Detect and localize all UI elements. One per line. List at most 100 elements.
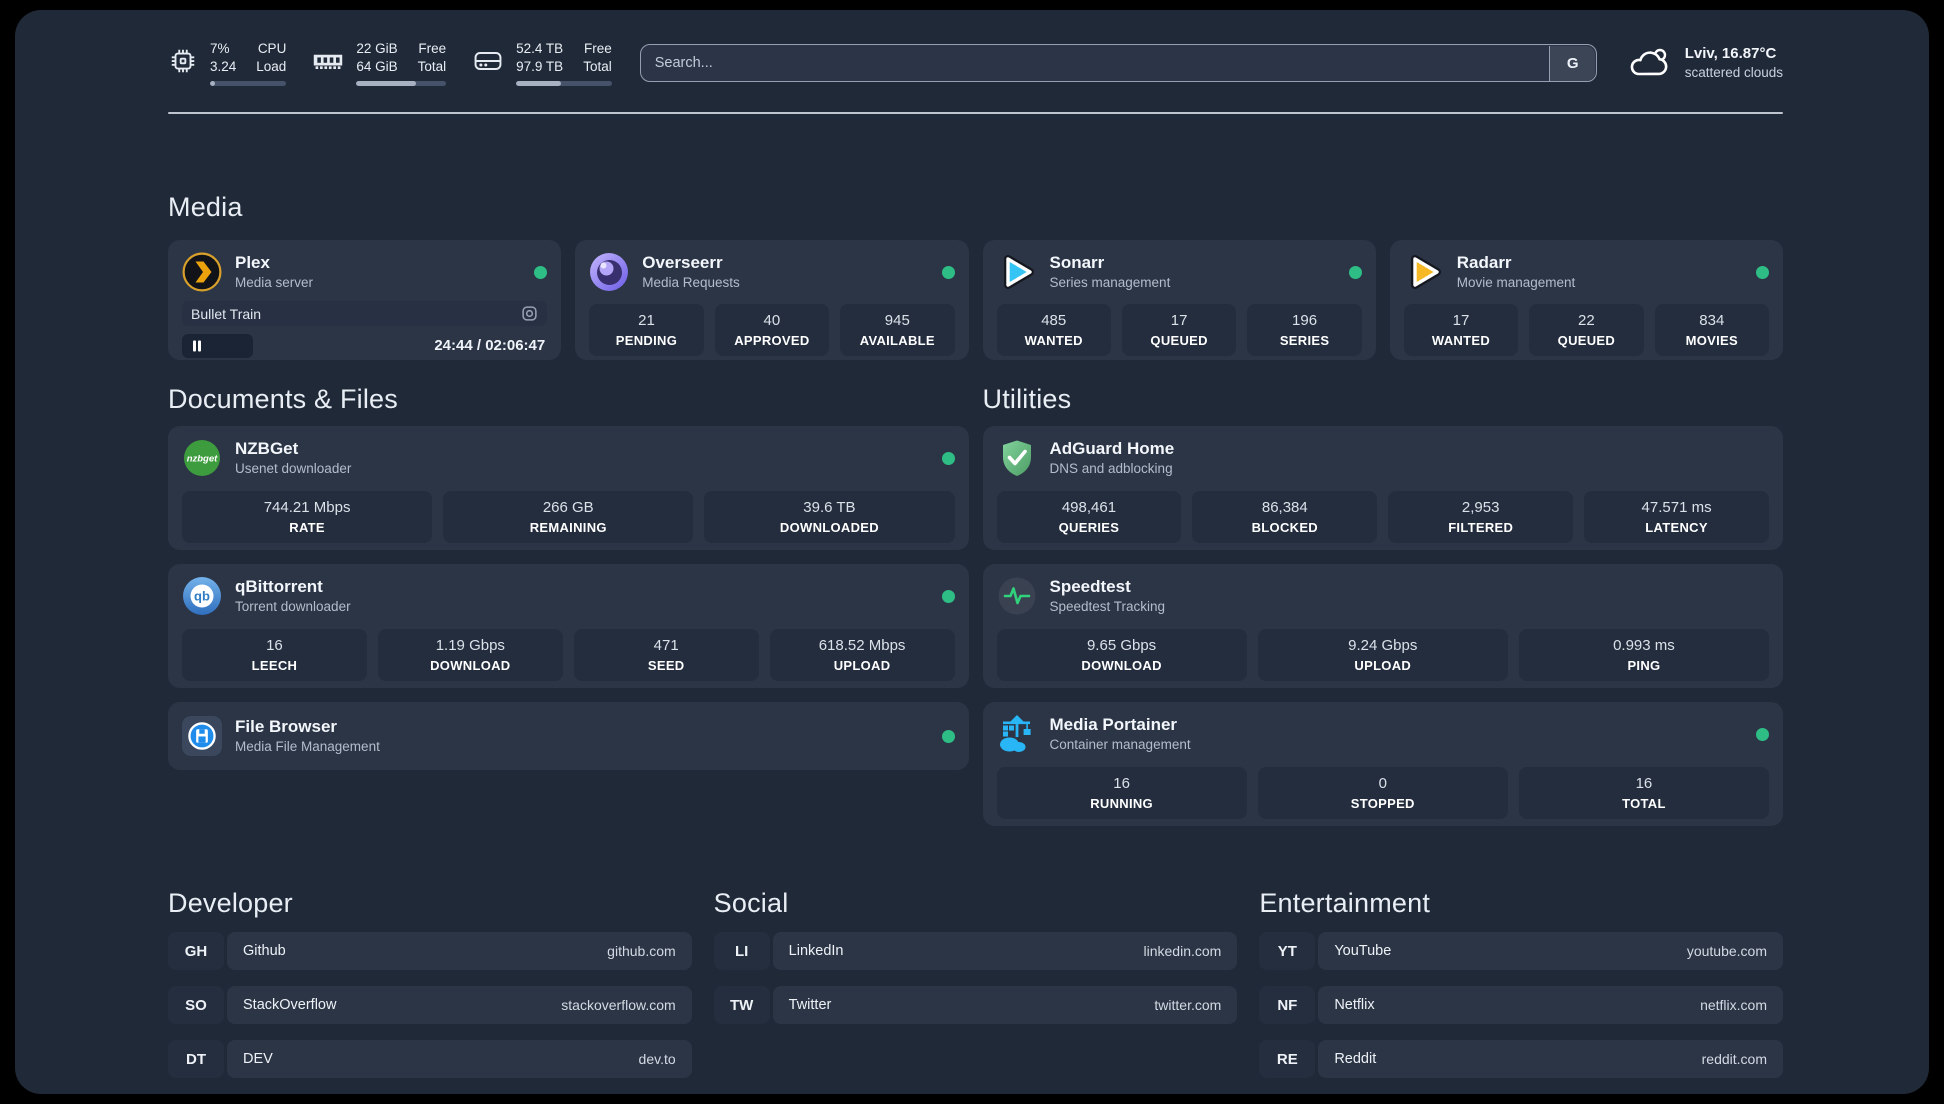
stat-label: BLOCKED (1251, 520, 1318, 535)
stat-value: 9.65 Gbps (1086, 637, 1157, 654)
link-url: twitter.com (1154, 997, 1222, 1013)
memory-free-value: 22 GiB (356, 41, 398, 56)
stat-label: APPROVED (734, 333, 810, 348)
search-engine-button[interactable]: G (1549, 45, 1596, 81)
stat-value: 618.52 Mbps (818, 637, 906, 654)
link-name: LinkedIn (788, 943, 844, 959)
status-dot (1756, 727, 1769, 741)
stat-tile: 40 APPROVED (714, 304, 830, 356)
now-playing-session-icon[interactable] (521, 305, 538, 322)
memory-icon (314, 54, 343, 69)
stat-label: FILTERED (1448, 520, 1514, 535)
link-abbr: RE (1259, 1040, 1316, 1078)
link-url: linkedin.com (1143, 943, 1222, 959)
stat-value: 16 (266, 637, 283, 654)
stat-label: QUERIES (1058, 520, 1120, 535)
stat-tile: 945 AVAILABLE (840, 304, 955, 356)
stat-tile: 266 GB REMAINING (443, 491, 694, 543)
section-title-developer: Developer (168, 888, 293, 918)
playback-time: 24:44 / 02:06:47 (434, 337, 546, 354)
disk-total-value: 97.9 TB (516, 59, 564, 74)
link-row-stackoverflow[interactable]: SO StackOverflow stackoverflow.com (168, 986, 692, 1024)
status-dot (534, 265, 548, 279)
app-card-adguard[interactable]: AdGuard Home DNS and adblocking 498,461 … (982, 426, 1783, 550)
overseerr-icon (589, 252, 629, 292)
app-title: NZBGet (235, 439, 299, 458)
app-card-speedtest[interactable]: Speedtest Speedtest Tracking 9.65 Gbps D… (982, 564, 1783, 688)
stat-label: UPLOAD (1354, 658, 1412, 673)
search-bar: G (639, 44, 1597, 82)
stat-value: 0 (1378, 775, 1387, 792)
link-abbr: TW (713, 986, 770, 1024)
app-subtitle: Media Requests (642, 275, 740, 290)
stat-value: 834 (1699, 312, 1725, 329)
app-card-portainer[interactable]: Media Portainer Container management 16 … (982, 702, 1783, 826)
stat-value: 196 (1292, 312, 1318, 329)
app-card-nzbget[interactable]: nzbget NZBGet Usenet downloader 744.21 M… (168, 426, 969, 550)
cpu-icon (171, 49, 195, 73)
playback-progress[interactable]: 24:44 / 02:06:47 (182, 334, 547, 358)
section-developer: Developer GH Github github.com SO StackO… (168, 888, 692, 1078)
app-card-overseerr[interactable]: Overseerr Media Requests 21 PENDING 40 A… (575, 240, 969, 360)
app-card-plex[interactable]: Plex Media server Bullet Train 24:44 / 0… (168, 240, 562, 360)
link-row-github[interactable]: GH Github github.com (168, 932, 692, 970)
disk-progress-bar (516, 81, 612, 86)
link-name: YouTube (1334, 943, 1392, 959)
adguard-icon (997, 438, 1037, 478)
link-row-linkedin[interactable]: LI LinkedIn linkedin.com (713, 932, 1238, 970)
link-row-dev[interactable]: DT DEV dev.to (168, 1040, 692, 1078)
app-card-filebrowser[interactable]: File Browser Media File Management (168, 702, 969, 770)
app-subtitle: Torrent downloader (235, 599, 351, 614)
top-bar: 7% 3.24 CPU Load 22 GiB 64 GiB Free Tota… (168, 10, 1783, 86)
app-card-radarr[interactable]: Radarr Movie management 17 WANTED 22 QUE… (1389, 240, 1783, 360)
stat-label: WANTED (1431, 333, 1491, 348)
app-card-qbittorrent[interactable]: qb qBittorrent Torrent downloader 16 LEE… (168, 564, 969, 688)
stat-tile: 16 RUNNING (996, 767, 1247, 819)
weather-condition: scattered clouds (1684, 65, 1783, 80)
app-title: qBittorrent (235, 577, 323, 596)
app-card-sonarr[interactable]: Sonarr Series management 485 WANTED 17 Q… (982, 240, 1376, 360)
section-title-entertainment: Entertainment (1259, 888, 1431, 918)
link-row-reddit[interactable]: RE Reddit reddit.com (1259, 1040, 1783, 1078)
stat-tile: 485 WANTED (996, 304, 1111, 356)
app-subtitle: Movie management (1456, 275, 1576, 290)
app-subtitle: Speedtest Tracking (1049, 599, 1166, 614)
stat-label: UPLOAD (833, 658, 891, 673)
link-url: stackoverflow.com (561, 997, 676, 1013)
link-abbr: NF (1259, 986, 1316, 1024)
stat-value: 945 (884, 312, 910, 329)
stat-value: 1.19 Gbps (435, 637, 505, 654)
stat-tile: 834 MOVIES (1654, 304, 1770, 356)
pause-icon[interactable] (191, 340, 203, 352)
stat-value: 22 (1578, 312, 1595, 329)
app-subtitle: Media server (235, 275, 314, 290)
system-stat-memory: 22 GiB 64 GiB Free Total (312, 40, 447, 86)
stat-tile: 0.993 ms PING (1518, 629, 1770, 681)
link-url: github.com (607, 943, 676, 959)
link-row-netflix[interactable]: NF Netflix netflix.com (1259, 986, 1783, 1024)
app-title: File Browser (235, 717, 338, 736)
section-social: Social LI LinkedIn linkedin.com TW Twitt… (713, 888, 1238, 1078)
weather-widget: Lviv, 16.87°C scattered clouds (1627, 44, 1783, 82)
link-abbr: DT (168, 1040, 224, 1078)
link-row-twitter[interactable]: TW Twitter twitter.com (713, 986, 1238, 1024)
stat-tile: 9.65 Gbps DOWNLOAD (996, 629, 1247, 681)
stat-tile: 21 PENDING (589, 304, 704, 356)
stat-label: PING (1627, 658, 1661, 673)
section-title-utilities: Utilities (982, 384, 1072, 414)
stat-tile: 471 SEED (573, 629, 759, 681)
stat-label: LEECH (251, 658, 298, 673)
stat-label: DOWNLOADED (779, 520, 879, 535)
app-title: Speedtest (1049, 577, 1131, 596)
stat-tile: 86,384 BLOCKED (1192, 491, 1378, 543)
stat-value: 2,953 (1461, 499, 1500, 516)
link-url: reddit.com (1701, 1051, 1767, 1067)
stat-label: SERIES (1279, 333, 1330, 348)
section-media: Media Plex Media server Bullet Train 24:… (168, 192, 1783, 360)
stat-value: 47.571 ms (1641, 499, 1712, 516)
status-dot (1348, 265, 1362, 279)
status-dot (941, 451, 955, 465)
link-row-youtube[interactable]: YT YouTube youtube.com (1259, 932, 1783, 970)
search-input[interactable] (639, 44, 1597, 82)
stat-value: 17 (1170, 312, 1188, 329)
